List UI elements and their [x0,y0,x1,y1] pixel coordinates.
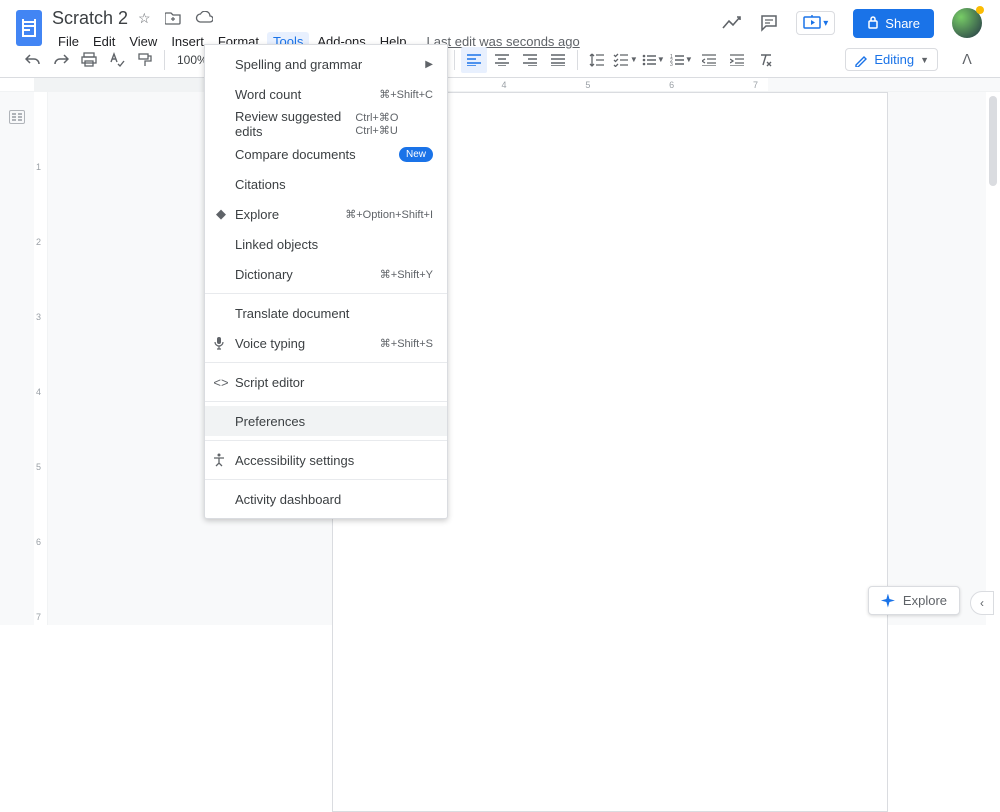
comments-icon[interactable] [760,14,778,32]
tools-menu-dropdown: Spelling and grammar ▶ Word count ⌘+Shif… [204,44,448,519]
print-button[interactable] [76,47,102,73]
document-title[interactable]: Scratch 2 [52,8,128,29]
workspace: 1 2 3 4 5 6 7 [0,92,1000,625]
toolbar: 100%▼ Normal A ▼ ▼ ▼ 123▼ Editing ▼ ᐱ [0,42,1000,78]
align-left-button[interactable] [461,47,487,73]
checklist-button[interactable]: ▼ [612,47,638,73]
accessibility-icon [213,453,229,467]
menu-item-translate[interactable]: Translate document [205,298,447,328]
docs-logo-icon[interactable] [16,10,42,46]
header: Scratch 2 ☆ File Edit View Insert Format… [0,0,1000,42]
cloud-status-icon[interactable] [195,11,213,25]
menu-item-word-count[interactable]: Word count ⌘+Shift+C [205,79,447,109]
mode-select[interactable]: Editing ▼ [845,48,938,71]
menu-item-review-edits[interactable]: Review suggested edits Ctrl+⌘O Ctrl+⌘U [205,109,447,139]
svg-text:3: 3 [670,62,673,66]
new-badge: New [399,147,433,162]
explore-star-icon [881,594,895,608]
microphone-icon [213,336,229,350]
explore-diamond-icon: ◆ [213,206,229,222]
scrollbar-thumb[interactable] [989,96,997,186]
paint-format-button[interactable] [132,47,158,73]
menu-item-activity-dashboard[interactable]: Activity dashboard [205,484,447,514]
menu-item-compare-docs[interactable]: Compare documents New [205,139,447,169]
menu-item-dictionary[interactable]: Dictionary ⌘+Shift+Y [205,259,447,289]
numbered-list-button[interactable]: 123▼ [668,47,694,73]
line-spacing-button[interactable] [584,47,610,73]
pencil-icon [854,53,868,67]
chevron-right-icon: ▶ [425,59,433,70]
menu-item-linked-objects[interactable]: Linked objects [205,229,447,259]
account-avatar[interactable] [952,8,982,38]
trend-icon[interactable] [722,16,742,30]
menu-item-preferences[interactable]: Preferences [205,406,447,436]
menu-item-spelling[interactable]: Spelling and grammar ▶ [205,49,447,79]
undo-button[interactable] [20,47,46,73]
align-right-button[interactable] [517,47,543,73]
move-icon[interactable] [165,11,181,25]
code-icon: <> [213,375,229,390]
menu-item-accessibility[interactable]: Accessibility settings [205,445,447,475]
decrease-indent-button[interactable] [696,47,722,73]
clear-formatting-button[interactable] [752,47,778,73]
menu-item-script-editor[interactable]: <> Script editor [205,367,447,397]
explore-button[interactable]: Explore [868,586,960,615]
redo-button[interactable] [48,47,74,73]
spellcheck-button[interactable] [104,47,130,73]
horizontal-ruler[interactable]: 1 2 3 4 5 6 7 [0,78,1000,92]
share-button[interactable]: Share [853,9,934,38]
menu-item-voice-typing[interactable]: Voice typing ⌘+Shift+S [205,328,447,358]
menu-item-explore[interactable]: ◆ Explore ⌘+Option+Shift+I [205,199,447,229]
present-button[interactable]: ▾ [796,11,835,35]
collapse-toolbar-button[interactable]: ᐱ [954,47,980,73]
align-justify-button[interactable] [545,47,571,73]
header-right: ▾ Share [722,8,984,38]
star-icon[interactable]: ☆ [138,10,151,27]
increase-indent-button[interactable] [724,47,750,73]
vertical-ruler[interactable]: 1 2 3 4 5 6 7 [34,92,48,625]
align-center-button[interactable] [489,47,515,73]
menu-item-citations[interactable]: Citations [205,169,447,199]
scrollbar[interactable] [986,92,1000,625]
show-side-panel-button[interactable]: ‹ [970,591,994,615]
outline-toggle-icon[interactable] [9,110,25,124]
share-label: Share [885,16,920,31]
bulleted-list-button[interactable]: ▼ [640,47,666,73]
